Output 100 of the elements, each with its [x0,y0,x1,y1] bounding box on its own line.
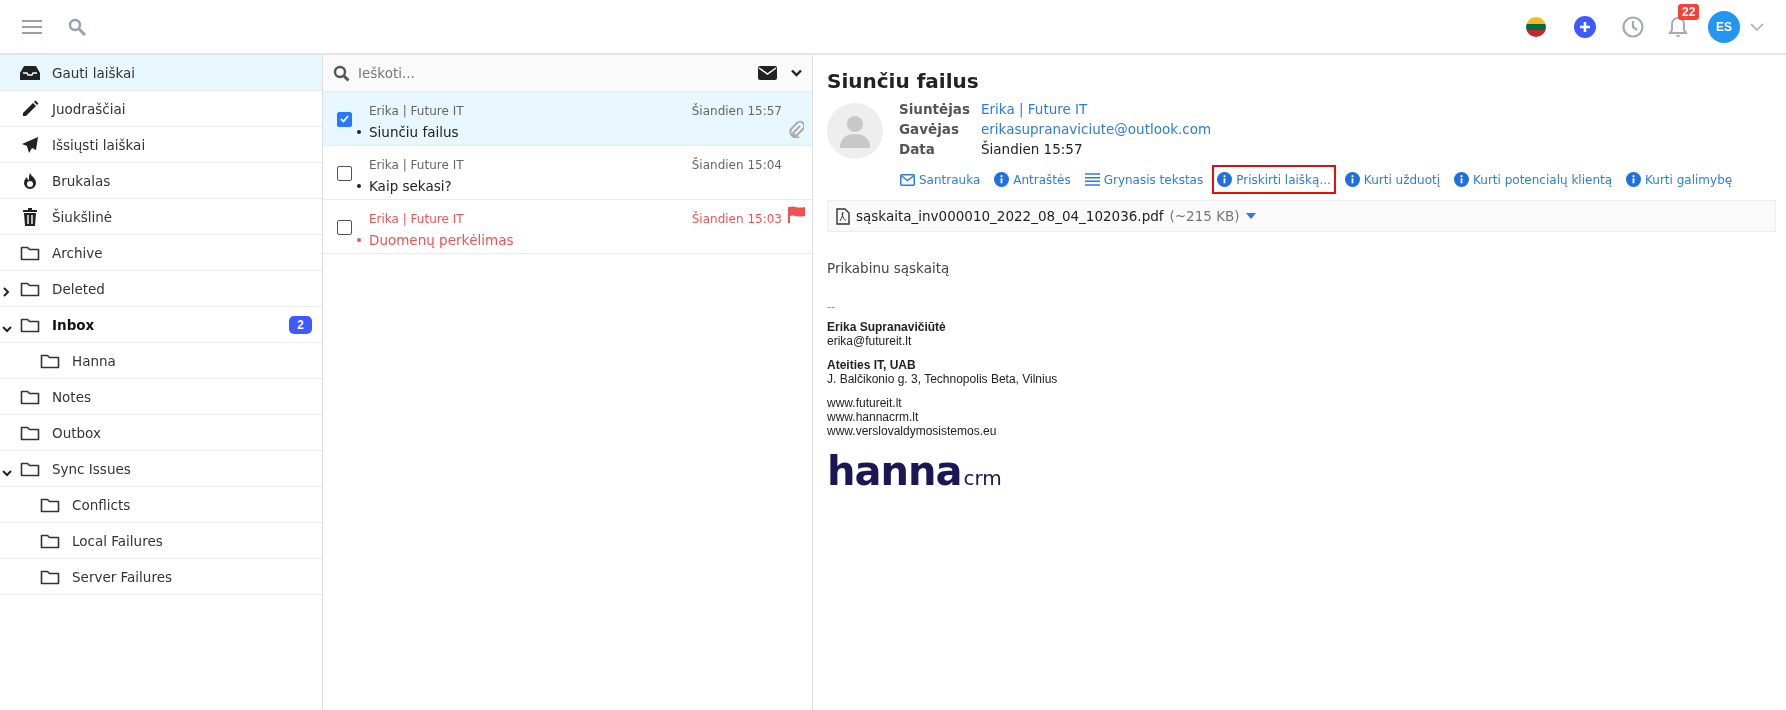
folder-item[interactable]: Hanna [0,343,322,379]
search-icon [333,64,350,82]
message-subject: Duomenų perkėlimas [369,232,514,248]
folder-icon [20,244,40,261]
field-link[interactable]: erikasupranaviciute@outlook.com [981,121,1738,137]
attachment-bar[interactable]: sąskaita_inv000010_2022_08_04_102036.pdf (~215 KB) [827,200,1776,232]
signature-line: J. Balčikonio g. 3, Technopolis Beta, Vilnius [827,372,1059,386]
menu-icon[interactable] [22,19,42,34]
chevron-down-icon[interactable] [2,469,12,477]
sender-name: Erika | Future IT [369,212,465,226]
checkbox[interactable] [336,219,352,235]
flame-icon [22,171,38,190]
bell-icon[interactable] [1668,15,1688,38]
email-subject: Siunčiu failus [827,69,980,93]
unread-dot-icon [357,184,361,188]
folder-item[interactable]: Inbox 2 [0,307,322,343]
email-body-text: Prikabinu sąskaitą [827,260,951,276]
trash-icon [22,207,38,226]
folder-item[interactable]: Archive [0,235,322,271]
message-row[interactable]: Erika | Future IT Šiandien 15:04 Kaip sekasi? [323,146,812,200]
message-row[interactable]: Erika | Future IT Šiandien 15:03 Duomenų perkėlimas [323,200,812,254]
caret-icon[interactable] [1245,213,1256,219]
info-icon [1217,172,1233,187]
folder-item[interactable]: Išsiųsti laiškai [0,127,322,163]
attachment-name[interactable]: sąskaita_inv000010_2022_08_04_102036.pdf [856,208,1164,224]
chevron-down-icon[interactable] [2,325,12,333]
field-label: Siuntėjas [899,101,971,117]
folder-icon [40,568,60,585]
folder-item[interactable]: Deleted [0,271,322,307]
chevron-right-icon[interactable] [2,287,10,297]
folder-item[interactable]: Juodraščiai [0,91,322,127]
message-time: Šiandien 15:57 [691,104,782,118]
action-link[interactable]: Kurti galimybę [1621,165,1738,194]
folder-item[interactable]: Gauti laiškai [0,55,322,91]
pdf-file-icon [836,207,850,225]
search-bar[interactable]: Ieškoti... [323,55,812,92]
message-time: Šiandien 15:03 [691,212,782,226]
folder-item[interactable]: Outbox [0,415,322,451]
folder-item[interactable]: Local Failures [0,523,322,559]
checkmark-icon [339,115,349,123]
field-link[interactable]: Erika | Future IT [981,101,1738,117]
signature-line: www.hannacrm.lt [827,410,920,424]
inbox-tray-icon [20,64,40,81]
checkbox[interactable] [336,165,352,181]
action-link[interactable]: Kurti užduotį [1339,165,1446,194]
unread-dot-icon [357,130,361,134]
folder-item[interactable]: Brukalas [0,163,322,199]
folder-icon [40,532,60,549]
folder-item[interactable]: Conflicts [0,487,322,523]
signature-line: Erika Supranavičiūtė [827,320,947,334]
signature-separator: -- [827,300,836,314]
field-label: Gavėjas [899,121,960,137]
message-row[interactable]: Erika | Future IT Šiandien 15:57 Siunčiu failus [323,92,812,146]
field-label: Data [899,141,936,157]
folder-item[interactable]: Sync Issues [0,451,322,487]
signature-line: Ateities IT, UAB [827,358,917,372]
logo: hannacrm [827,448,1003,494]
message-subject: Siunčiu failus [369,124,459,140]
signature-line: www.futureit.lt [827,396,903,410]
chevron-down-icon[interactable] [791,69,802,77]
unread-count-badge: 2 [289,315,312,334]
folder-item[interactable]: Server Failures [0,559,322,595]
info-icon [1454,172,1470,187]
flag-icon[interactable] [788,206,806,223]
action-link[interactable]: Antraštės [989,165,1076,194]
info-icon [1344,172,1360,187]
info-icon [1626,172,1642,187]
envelope-icon[interactable] [758,66,777,80]
folder-icon [20,424,40,441]
folder-icon [20,280,40,297]
message-subject: Kaip sekasi? [369,178,452,194]
action-link[interactable]: Santrauka [895,165,986,194]
signature-line: erika@futureit.lt [827,334,913,348]
action-link[interactable]: Kurti potencialų klientą [1449,165,1618,194]
sender-name: Erika | Future IT [369,104,465,118]
flag-icon[interactable] [1526,16,1546,37]
notification-badge: 22 [1678,3,1700,20]
search-icon[interactable] [68,17,86,36]
folder-icon [40,496,60,513]
unread-dot-icon [357,238,361,242]
search-field[interactable]: Ieškoti... [358,60,750,86]
folder-item[interactable]: Notes [0,379,322,415]
action-link[interactable]: Priskirti laišką... [1212,165,1336,194]
attachment-size: (~215 KB) [1169,208,1240,224]
paper-plane-icon [21,135,39,154]
folder-icon [20,388,40,405]
envelope-icon [900,173,915,186]
folder-item[interactable]: Šiukšlinė [0,199,322,235]
checkbox[interactable] [336,111,352,127]
signature-line: www.verslovaldymosistemos.eu [827,424,998,438]
action-link[interactable]: Grynasis tekstas [1079,165,1209,194]
sender-name: Erika | Future IT [369,158,465,172]
folder-icon [20,316,40,333]
lines-icon [1084,173,1100,186]
add-icon[interactable] [1574,15,1596,38]
field-value: Šiandien 15:57 [981,141,1084,157]
folder-icon [20,460,40,477]
folder-icon [40,352,60,369]
info-icon [994,172,1010,187]
avatar-silhouette-icon [827,103,883,159]
